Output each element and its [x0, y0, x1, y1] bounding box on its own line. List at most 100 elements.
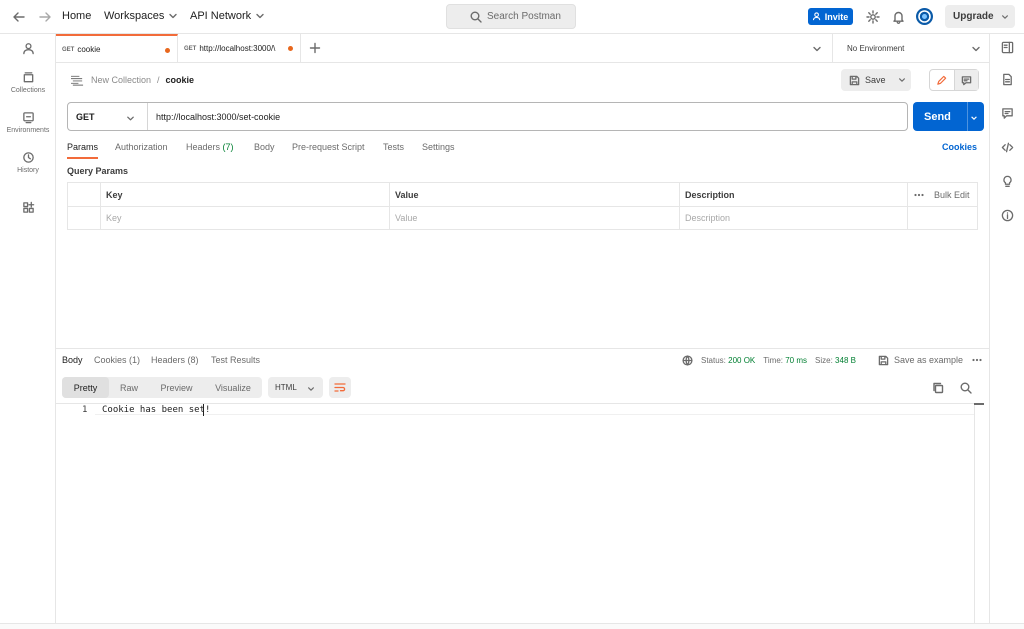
send-label: Send	[924, 110, 951, 123]
response-format-label: HTML	[275, 383, 297, 392]
response-tab-body[interactable]: Body	[62, 355, 83, 365]
add-user-icon	[812, 12, 821, 21]
save-button[interactable]: Save	[841, 69, 911, 91]
param-key-input[interactable]: Key	[100, 206, 389, 230]
chevron-down-icon	[972, 46, 980, 52]
copy-icon[interactable]	[932, 382, 944, 394]
save-label: Save	[865, 75, 886, 85]
sidebar-item-environments[interactable]: Environments	[0, 111, 56, 134]
edit-pencil-icon[interactable]	[930, 70, 954, 90]
search-input[interactable]: Search Postman	[446, 4, 576, 29]
save-as-example-button[interactable]: Save as example	[878, 354, 963, 366]
http-request-icon	[71, 75, 84, 86]
environment-label: No Environment	[847, 44, 905, 53]
tab-body[interactable]: Body	[254, 142, 275, 152]
new-tab-plus-icon[interactable]	[309, 42, 321, 54]
breadcrumb-collection[interactable]: New Collection	[91, 75, 151, 85]
response-more-options-icon[interactable]	[972, 358, 982, 362]
tab-params[interactable]: Params	[67, 142, 98, 152]
documentation-icon[interactable]	[1001, 73, 1014, 86]
environment-selector[interactable]: No Environment	[832, 34, 989, 63]
column-header-description: Description	[685, 190, 735, 200]
send-button[interactable]: Send	[913, 102, 984, 131]
bulk-edit-button[interactable]: Bulk Edit	[928, 183, 970, 207]
sidebar-item-user[interactable]	[0, 42, 56, 55]
apps-icon	[22, 201, 34, 213]
editor-scrollbar-thumb[interactable]	[974, 403, 984, 405]
time-value: 70 ms	[785, 356, 808, 365]
size-value: 348 B	[835, 356, 856, 365]
more-options-icon[interactable]	[909, 183, 924, 207]
sidebar-item-history[interactable]: History	[0, 151, 56, 174]
forward-arrow-icon[interactable]	[37, 9, 53, 25]
send-split-divider	[967, 102, 968, 131]
code-icon[interactable]	[1001, 141, 1014, 154]
tab-headers[interactable]: Headers (7)	[186, 142, 234, 152]
info-icon[interactable]	[1001, 209, 1014, 222]
tab-cookie[interactable]: GET cookie	[56, 34, 178, 63]
save-icon	[849, 75, 860, 85]
view-pretty-button[interactable]: Pretty	[62, 377, 109, 398]
view-raw-button[interactable]: Raw	[109, 377, 149, 398]
unsaved-dot	[165, 48, 170, 53]
chevron-down-icon[interactable]	[898, 76, 906, 84]
upgrade-button[interactable]: Upgrade	[945, 5, 1015, 28]
lightbulb-icon[interactable]	[1001, 175, 1014, 188]
query-params-title: Query Params	[67, 166, 129, 176]
view-preview-button[interactable]: Preview	[149, 377, 204, 398]
settings-gear-icon[interactable]	[866, 10, 880, 24]
tab-settings[interactable]: Settings	[422, 142, 455, 152]
sidebar-item-label: Collections	[10, 87, 46, 94]
active-tab-indicator	[67, 157, 98, 159]
chevron-down-icon	[308, 387, 314, 391]
api-network-menu[interactable]: API Network	[190, 10, 265, 22]
line-number: 1	[82, 405, 88, 415]
bell-icon[interactable]	[892, 10, 905, 24]
tab-authorization[interactable]: Authorization	[115, 142, 168, 152]
tab-localhost[interactable]: GET http://localhost:3000/\	[178, 34, 301, 63]
size-readout[interactable]: Size: 348 B	[815, 356, 856, 365]
editor-scrollbar[interactable]	[974, 403, 984, 623]
param-value-input[interactable]: Value	[389, 206, 679, 230]
response-body-line[interactable]: Cookie has been set!	[102, 405, 210, 415]
sidebar-item-apps[interactable]	[0, 201, 56, 214]
wrap-lines-icon	[334, 383, 346, 392]
param-description-input[interactable]: Description	[679, 206, 977, 230]
response-view-segmented-control: Pretty Raw Preview Visualize	[62, 377, 262, 398]
response-tab-cookies[interactable]: Cookies (1)	[94, 355, 140, 365]
pane-splitter[interactable]	[56, 348, 989, 349]
chevron-down-icon[interactable]	[970, 114, 978, 122]
comment-view-icon[interactable]	[953, 70, 978, 90]
wrap-lines-button[interactable]	[329, 377, 351, 398]
breadcrumb-request-name[interactable]: cookie	[166, 75, 195, 85]
tabs-dropdown-chevron-icon[interactable]	[812, 44, 822, 54]
top-bar: Home Workspaces API Network Search Postm…	[0, 0, 1024, 34]
avatar[interactable]	[916, 8, 933, 25]
response-status-area: Status: 200 OK Time: 70 ms Size: 348 B	[682, 355, 856, 366]
left-sidebar: Collections Environments History	[0, 34, 56, 629]
globe-icon[interactable]	[682, 355, 693, 366]
response-format-select[interactable]: HTML	[268, 377, 323, 398]
back-arrow-icon[interactable]	[11, 9, 27, 25]
workspaces-menu[interactable]: Workspaces	[104, 10, 178, 22]
upgrade-label: Upgrade	[953, 11, 994, 22]
tab-tests[interactable]: Tests	[383, 142, 404, 152]
response-tab-headers[interactable]: Headers (8)	[151, 355, 199, 365]
response-body-editor[interactable]	[56, 403, 974, 623]
response-tab-test-results[interactable]: Test Results	[211, 355, 260, 365]
http-method-select[interactable]: GET	[68, 103, 148, 130]
sidebar-toggle-icon[interactable]	[1001, 41, 1014, 54]
tab-method: GET	[62, 46, 75, 53]
url-input[interactable]: http://localhost:3000/set-cookie	[148, 112, 280, 122]
search-icon[interactable]	[960, 382, 972, 394]
tab-pre-request-script[interactable]: Pre-request Script	[292, 142, 365, 152]
time-readout[interactable]: Time: 70 ms	[763, 356, 807, 365]
invite-button[interactable]: Invite	[808, 8, 853, 25]
cookies-link[interactable]: Cookies	[942, 142, 977, 152]
comments-icon[interactable]	[1001, 107, 1014, 120]
sidebar-item-collections[interactable]: Collections	[0, 71, 56, 94]
home-link[interactable]: Home	[62, 10, 91, 22]
status-readout[interactable]: Status: 200 OK	[701, 356, 755, 365]
view-visualize-button[interactable]: Visualize	[204, 377, 262, 398]
chevron-down-icon	[169, 13, 178, 19]
